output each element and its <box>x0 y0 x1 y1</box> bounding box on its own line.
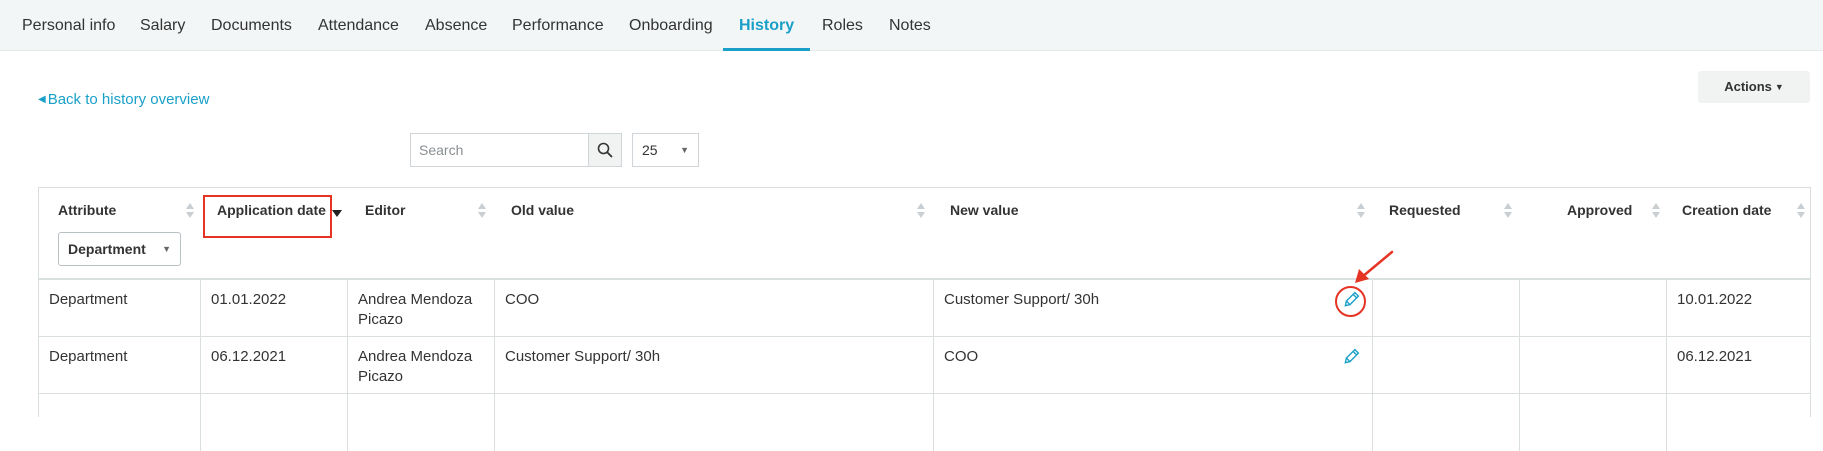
cell-editor: Andrea Mendoza Picazo <box>347 280 494 336</box>
cell <box>1519 394 1666 451</box>
cell-creation-date: 10.01.2022 <box>1666 280 1812 336</box>
tab-onboarding[interactable]: Onboarding <box>629 0 713 51</box>
caret-down-icon: ▼ <box>1774 82 1784 92</box>
column-header-requested[interactable]: Requested <box>1389 202 1461 218</box>
back-to-history-link[interactable]: ◀ Back to history overview <box>38 91 209 108</box>
cell-attribute: Department <box>49 348 128 365</box>
cell-requested <box>1372 280 1519 336</box>
tab-absence[interactable]: Absence <box>425 0 487 51</box>
column-header-application-date[interactable]: Application date <box>217 202 326 218</box>
history-table: Attribute Application date Editor Old va… <box>38 187 1811 451</box>
table-header: Attribute Application date Editor Old va… <box>39 188 1810 280</box>
column-header-approved[interactable]: Approved <box>1567 202 1632 218</box>
tab-attendance[interactable]: Attendance <box>318 0 399 51</box>
cell-attribute: Department <box>49 291 128 308</box>
actions-button[interactable]: Actions ▼ <box>1698 71 1810 103</box>
column-header-editor[interactable]: Editor <box>365 202 405 218</box>
cell <box>1666 394 1812 451</box>
tab-personal-info[interactable]: Personal info <box>22 0 115 51</box>
table-row: Department 06.12.2021 Andrea Mendoza Pic… <box>39 337 1810 394</box>
cell-requested <box>1372 337 1519 393</box>
caret-down-icon: ▼ <box>680 145 689 155</box>
search-input[interactable] <box>411 134 589 166</box>
attribute-filter-select[interactable]: Department ▼ <box>58 232 181 266</box>
cell-approved <box>1519 280 1666 336</box>
cell <box>494 394 933 451</box>
table-row: Department 01.01.2022 Andrea Mendoza Pic… <box>39 280 1810 337</box>
cell-old-value: Customer Support/ 30h <box>494 337 933 393</box>
column-header-new-value[interactable]: New value <box>950 202 1018 218</box>
sort-icon[interactable] <box>477 201 487 221</box>
tab-documents[interactable]: Documents <box>211 0 292 51</box>
tab-roles[interactable]: Roles <box>822 0 863 51</box>
column-header-creation-date[interactable]: Creation date <box>1682 202 1771 218</box>
search-icon <box>597 142 613 158</box>
cell-editor: Andrea Mendoza Picazo <box>347 337 494 393</box>
caret-left-icon: ◀ <box>38 94 46 105</box>
tab-performance[interactable]: Performance <box>512 0 604 51</box>
per-page-value: 25 <box>642 142 658 158</box>
annotation-arrow-icon <box>1355 250 1394 283</box>
cell-new-value: Customer Support/ 30h <box>933 280 1372 336</box>
cell-application-date: 01.01.2022 <box>200 280 347 336</box>
sort-icon[interactable] <box>916 201 926 221</box>
caret-down-icon: ▼ <box>162 244 171 254</box>
tab-bar: Personal info Salary Documents Attendanc… <box>0 0 1823 51</box>
cell-new-value-text: Customer Support/ 30h <box>944 291 1100 308</box>
search-box <box>410 133 622 167</box>
cell <box>933 394 1372 451</box>
column-header-attribute[interactable]: Attribute <box>58 202 116 218</box>
tab-notes[interactable]: Notes <box>889 0 931 51</box>
annotation-circle <box>1335 286 1366 317</box>
tab-salary[interactable]: Salary <box>140 0 185 51</box>
cell <box>39 394 200 451</box>
sort-icon[interactable] <box>1796 201 1806 221</box>
column-header-old-value[interactable]: Old value <box>511 202 574 218</box>
sort-icon[interactable] <box>1651 201 1661 221</box>
actions-label: Actions <box>1724 79 1772 94</box>
table-row <box>39 394 1810 451</box>
cell-new-value-text: COO <box>944 348 979 365</box>
per-page-select[interactable]: 25 ▼ <box>632 133 699 167</box>
attribute-filter-value: Department <box>68 241 146 257</box>
sort-icon[interactable] <box>1356 201 1366 221</box>
sort-descending-icon[interactable] <box>332 210 342 217</box>
cell <box>347 394 494 451</box>
cell-creation-date: 06.12.2021 <box>1666 337 1812 393</box>
cell-old-value: COO <box>494 280 933 336</box>
cell <box>1372 394 1519 451</box>
tab-history[interactable]: History <box>722 0 811 51</box>
pencil-icon[interactable] <box>1342 348 1360 366</box>
sort-icon[interactable] <box>1503 201 1513 221</box>
sort-icon[interactable] <box>185 201 195 221</box>
search-button[interactable] <box>588 134 621 166</box>
back-link-label: Back to history overview <box>47 91 210 108</box>
cell <box>200 394 347 451</box>
cell-approved <box>1519 337 1666 393</box>
cell-new-value: COO <box>933 337 1372 393</box>
cell-application-date: 06.12.2021 <box>200 337 347 393</box>
